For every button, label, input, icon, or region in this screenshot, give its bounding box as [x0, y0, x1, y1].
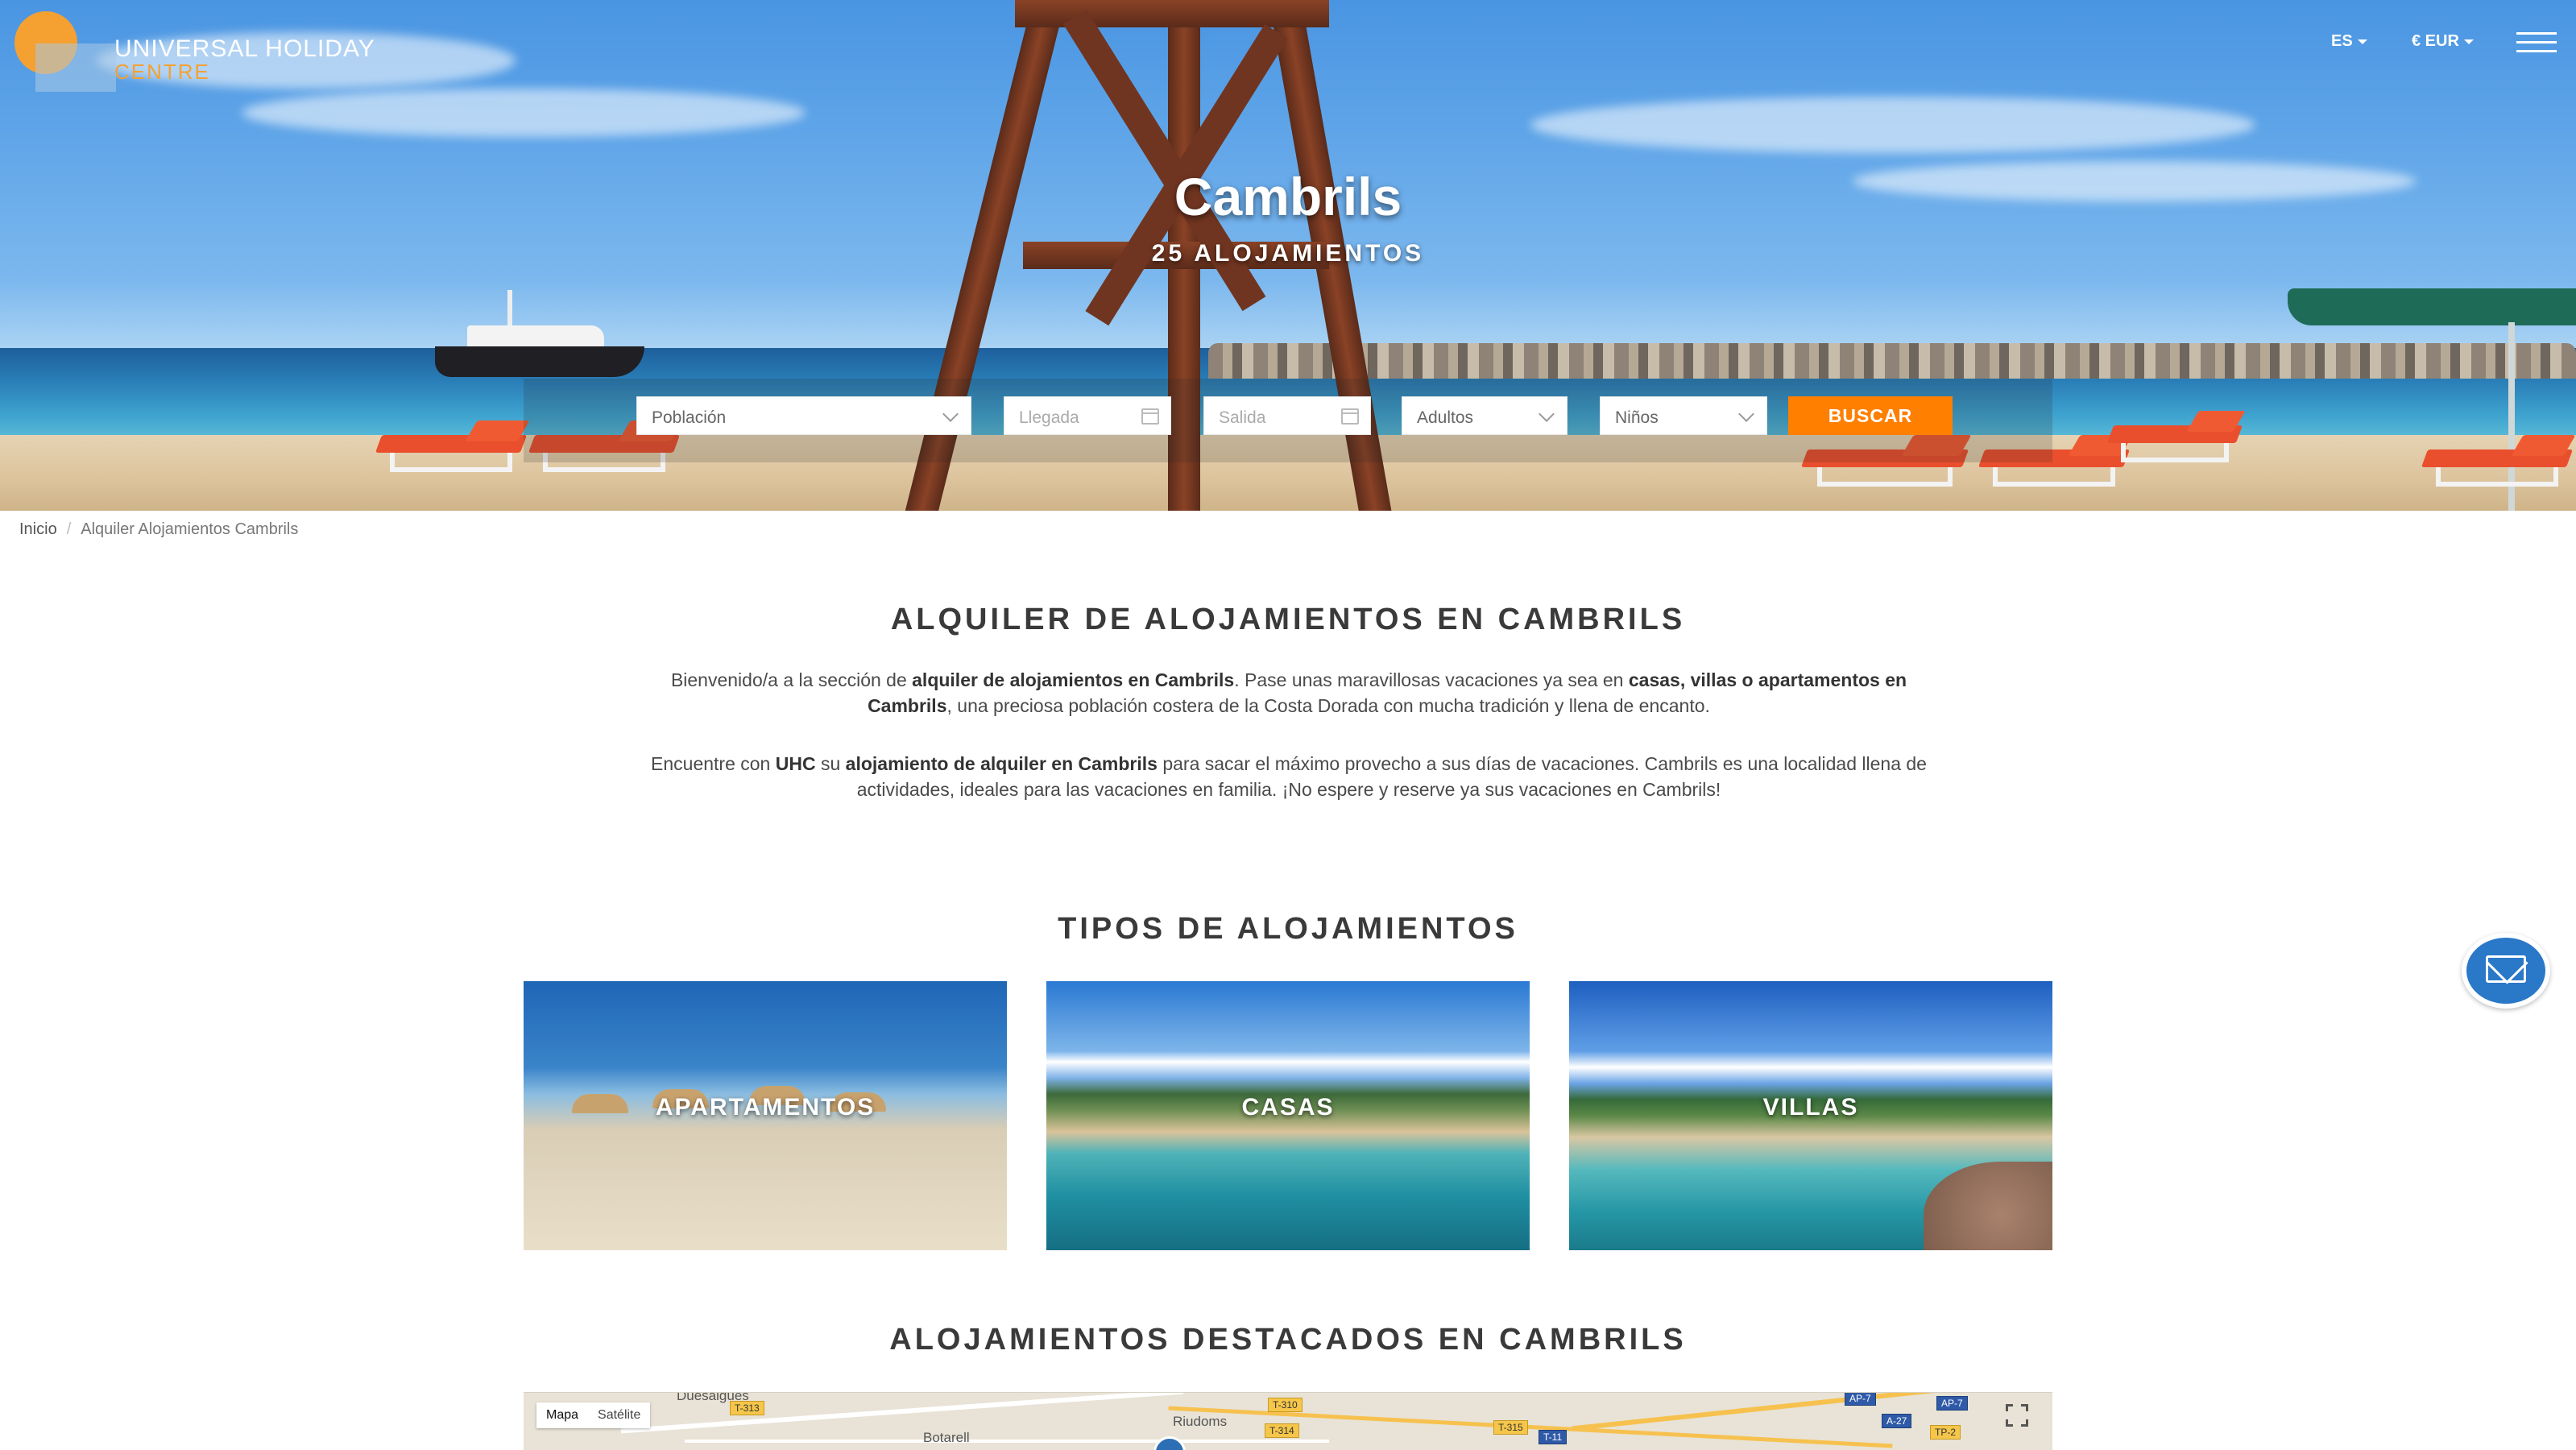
- brand-tagline: CENTRE: [114, 60, 210, 84]
- accommodation-count: 25 ALOJAMIENTOS: [1151, 240, 1425, 267]
- types-title: TIPOS DE ALOJAMIENTOS: [1058, 912, 1518, 946]
- page-title: Cambrils: [1174, 167, 1402, 226]
- intro-bold: alquiler de alojamientos en Cambrils: [912, 669, 1235, 690]
- contact-mail-button[interactable]: [2462, 933, 2550, 1009]
- road-badge: AP-7: [1936, 1396, 1968, 1411]
- intro-text: Encuentre con: [651, 753, 776, 774]
- road-badge: A-27: [1882, 1414, 1912, 1428]
- beach-chair: [2421, 435, 2576, 491]
- boat-hull: [435, 346, 644, 377]
- map-tab-mapa[interactable]: Mapa: [536, 1402, 588, 1428]
- intro-paragraph-1: Bienvenido/a a la sección de alquiler de…: [636, 667, 1941, 719]
- site-logo[interactable]: [14, 11, 116, 92]
- map-road: [685, 1440, 1329, 1443]
- beach-chair: [2106, 411, 2246, 467]
- checkout-date-input[interactable]: Salida: [1203, 396, 1371, 435]
- road-badge: T-310: [1268, 1398, 1302, 1412]
- fullscreen-icon[interactable]: [2006, 1404, 2028, 1427]
- currency-label: € EUR: [2412, 32, 2459, 50]
- breadcrumb-current: Alquiler Alojamientos Cambrils: [81, 520, 299, 538]
- adults-label: Adultos: [1417, 408, 1474, 427]
- road-badge: T-315: [1493, 1420, 1528, 1435]
- intro-text: . Pase unas maravillosas vacaciones ya s…: [1234, 669, 1629, 690]
- road-badge: T-313: [730, 1401, 764, 1415]
- type-card-label: CASAS: [1241, 1094, 1335, 1121]
- type-card-apartamentos[interactable]: APARTAMENTOS: [524, 981, 1007, 1250]
- map-type-switch: Mapa Satélite: [536, 1402, 651, 1428]
- mail-icon: [2486, 955, 2526, 983]
- chevron-down-icon: [942, 406, 959, 422]
- hero-banner: UNIVERSAL HOLIDAY CENTRE ES € EUR Cambri…: [0, 0, 2576, 511]
- logo-shape: [35, 44, 116, 92]
- language-selector[interactable]: ES: [2331, 32, 2367, 51]
- language-label: ES: [2331, 32, 2353, 50]
- type-card-label: VILLAS: [1762, 1094, 1859, 1121]
- search-button[interactable]: BUSCAR: [1788, 396, 1953, 435]
- beach-chair: [375, 420, 530, 477]
- map-tab-satelite[interactable]: Satélite: [588, 1402, 650, 1428]
- checkin-placeholder: Llegada: [1019, 408, 1079, 427]
- beach-umbrella: [2288, 288, 2576, 325]
- brand-name[interactable]: UNIVERSAL HOLIDAY: [114, 35, 375, 63]
- hero-cloud: [242, 89, 806, 137]
- children-select[interactable]: Niños: [1600, 396, 1767, 435]
- menu-icon[interactable]: [2516, 32, 2557, 53]
- intro-paragraph-2: Encuentre con UHC su alojamiento de alqu…: [636, 751, 1941, 802]
- boat-mast: [507, 290, 512, 330]
- intro-bold: UHC: [775, 753, 816, 774]
- accommodation-types: APARTAMENTOS CASAS VILLAS: [524, 981, 2052, 1250]
- type-card-casas[interactable]: CASAS: [1046, 981, 1530, 1250]
- intro-bold: alojamiento de alquiler en Cambrils: [845, 753, 1158, 774]
- caret-down-icon: [2463, 39, 2474, 44]
- caret-down-icon: [2357, 39, 2367, 44]
- map-marker-icon[interactable]: [1153, 1436, 1186, 1450]
- map-place-label: Riudoms: [1173, 1414, 1228, 1429]
- tower-beam: [1015, 0, 1329, 27]
- intro-text: su: [815, 753, 846, 774]
- road-badge: AP-7: [1845, 1393, 1876, 1406]
- checkin-date-input[interactable]: Llegada: [1004, 396, 1171, 435]
- breadcrumb-home-link[interactable]: Inicio: [19, 520, 57, 538]
- calendar-icon: [1341, 408, 1359, 425]
- children-label: Niños: [1615, 408, 1659, 427]
- intro-text: , una preciosa población costera de la C…: [946, 695, 1710, 716]
- poblacion-select[interactable]: Población: [636, 396, 971, 435]
- road-badge: T-11: [1539, 1430, 1568, 1444]
- chevron-down-icon: [1539, 406, 1555, 422]
- map[interactable]: Mapa Satélite Duesaigües Riudoms Botarel…: [524, 1392, 2052, 1450]
- currency-selector[interactable]: € EUR: [2412, 32, 2474, 51]
- search-bar: Población Llegada Salida Adultos Niños B…: [524, 379, 2052, 462]
- map-place-label: Botarell: [923, 1430, 970, 1445]
- breadcrumb-separator: /: [66, 520, 72, 538]
- type-card-label: APARTAMENTOS: [655, 1094, 876, 1121]
- intro-text: Bienvenido/a a la sección de: [670, 669, 913, 690]
- road-badge: T-314: [1265, 1423, 1299, 1438]
- map-road: [1572, 1393, 2052, 1431]
- poblacion-label: Población: [652, 408, 727, 427]
- road-badge: TP-2: [1930, 1425, 1961, 1440]
- chevron-down-icon: [1738, 406, 1754, 422]
- adults-select[interactable]: Adultos: [1402, 396, 1568, 435]
- calendar-icon: [1141, 408, 1159, 425]
- featured-title: ALOJAMIENTOS DESTACADOS EN CAMBRILS: [889, 1323, 1687, 1357]
- breadcrumb: Inicio / Alquiler Alojamientos Cambrils: [19, 520, 298, 539]
- checkout-placeholder: Salida: [1219, 408, 1266, 427]
- intro-title: ALQUILER DE ALOJAMIENTOS EN CAMBRILS: [890, 603, 1686, 636]
- type-card-villas[interactable]: VILLAS: [1569, 981, 2052, 1250]
- hero-cloud: [1530, 97, 2255, 153]
- hero-breakwater: [1208, 343, 2576, 379]
